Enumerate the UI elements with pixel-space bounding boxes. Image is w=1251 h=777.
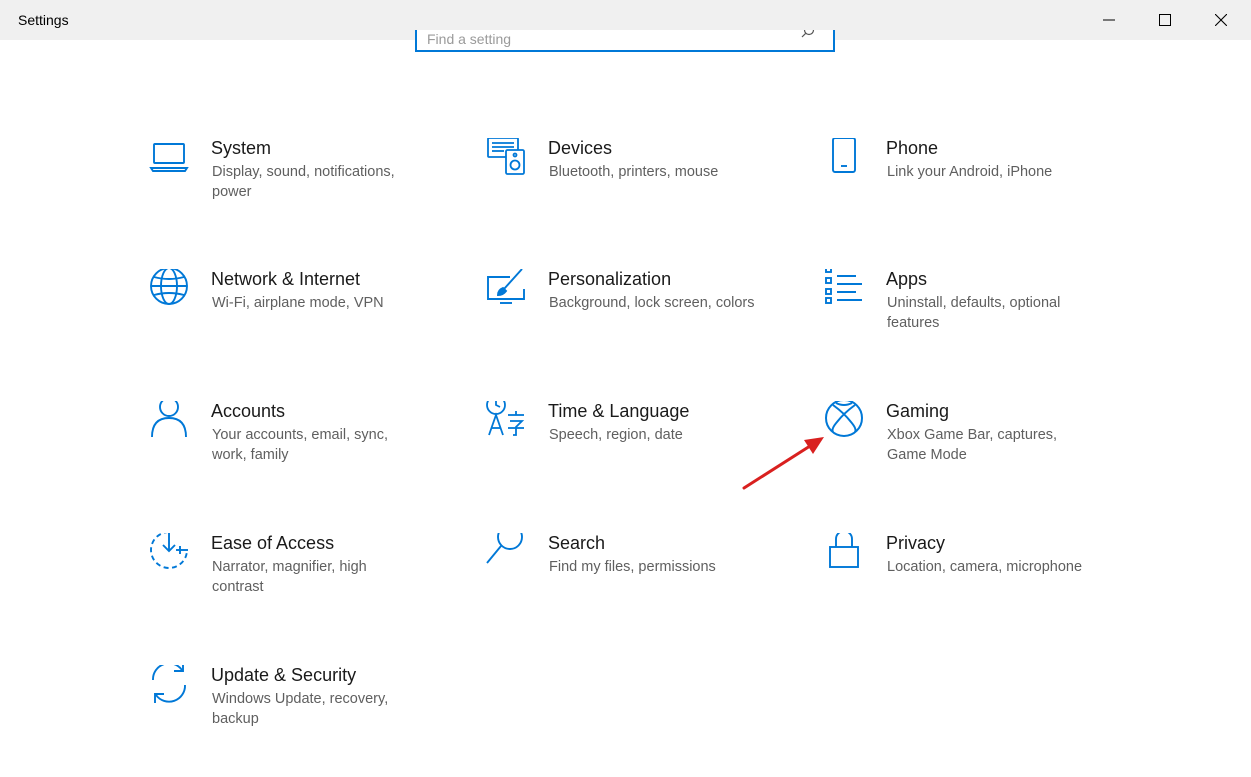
phone-icon bbox=[824, 138, 864, 178]
close-button[interactable] bbox=[1193, 0, 1249, 40]
devices-icon bbox=[486, 138, 526, 178]
category-title: Gaming bbox=[886, 401, 950, 421]
category-phone[interactable]: Phone Link your Android, iPhone bbox=[824, 138, 1124, 228]
category-description: Narrator, magnifier, high contrast bbox=[212, 559, 367, 595]
category-accounts[interactable]: Accounts Your accounts, email, sync, wor… bbox=[149, 401, 449, 491]
category-time-language[interactable]: Time & Language Speech, region, date bbox=[486, 401, 786, 491]
category-update-security[interactable]: Update & Security Windows Update, recove… bbox=[149, 665, 449, 755]
settings-window: Settings Find a setting System Display, … bbox=[0, 0, 1251, 777]
person-icon bbox=[149, 401, 189, 441]
category-description: Uninstall, defaults, optional features bbox=[887, 295, 1061, 331]
category-title: System bbox=[211, 138, 272, 158]
category-search[interactable]: Search Find my files, permissions bbox=[486, 533, 786, 623]
globe-icon bbox=[149, 269, 189, 309]
category-privacy[interactable]: Privacy Location, camera, microphone bbox=[824, 533, 1124, 623]
category-description: Display, sound, notifications, power bbox=[212, 164, 395, 200]
ease-of-access-icon bbox=[149, 533, 189, 573]
category-description: Wi-Fi, airplane mode, VPN bbox=[212, 295, 384, 311]
close-icon bbox=[1215, 14, 1227, 26]
category-ease-of-access[interactable]: Ease of Access Narrator, magnifier, high… bbox=[149, 533, 449, 623]
apps-list-icon bbox=[824, 269, 864, 309]
category-description: Speech, region, date bbox=[549, 427, 683, 443]
minimize-icon bbox=[1103, 19, 1115, 21]
category-title: Apps bbox=[886, 269, 928, 289]
category-title: Network & Internet bbox=[211, 269, 361, 289]
category-title: Devices bbox=[548, 138, 613, 158]
category-system[interactable]: System Display, sound, notifications, po… bbox=[149, 138, 449, 228]
category-title: Ease of Access bbox=[211, 533, 335, 553]
maximize-button[interactable] bbox=[1137, 0, 1193, 40]
padlock-icon bbox=[824, 533, 864, 573]
category-description: Windows Update, recovery, backup bbox=[212, 691, 389, 727]
category-title: Time & Language bbox=[548, 401, 690, 421]
category-description: Bluetooth, printers, mouse bbox=[549, 164, 719, 180]
minimize-button[interactable] bbox=[1081, 0, 1137, 40]
category-description: Xbox Game Bar, captures, Game Mode bbox=[887, 427, 1058, 463]
search-icon[interactable] bbox=[801, 30, 815, 38]
settings-search-box[interactable] bbox=[415, 30, 835, 52]
category-network[interactable]: Network & Internet Wi-Fi, airplane mode,… bbox=[149, 269, 449, 359]
window-title: Settings bbox=[18, 12, 69, 28]
magnifier-icon bbox=[486, 533, 526, 573]
category-description: Your accounts, email, sync, work, family bbox=[212, 427, 388, 463]
category-title: Phone bbox=[886, 138, 939, 158]
category-description: Background, lock screen, colors bbox=[549, 295, 755, 311]
category-gaming[interactable]: Gaming Xbox Game Bar, captures, Game Mod… bbox=[824, 401, 1124, 491]
xbox-icon bbox=[824, 401, 864, 441]
category-description: Location, camera, microphone bbox=[887, 559, 1083, 575]
category-description: Find my files, permissions bbox=[549, 559, 716, 575]
category-title: Privacy bbox=[886, 533, 946, 553]
laptop-icon bbox=[149, 138, 189, 178]
search-input[interactable] bbox=[427, 30, 797, 48]
category-apps[interactable]: Apps Uninstall, defaults, optional featu… bbox=[824, 269, 1124, 359]
sync-arrows-icon bbox=[149, 665, 189, 705]
category-title: Search bbox=[548, 533, 606, 553]
paintbrush-icon bbox=[486, 269, 526, 309]
category-personalization[interactable]: Personalization Background, lock screen,… bbox=[486, 269, 786, 359]
category-title: Accounts bbox=[211, 401, 286, 421]
category-devices[interactable]: Devices Bluetooth, printers, mouse bbox=[486, 138, 786, 228]
category-title: Update & Security bbox=[211, 665, 357, 685]
category-description: Link your Android, iPhone bbox=[887, 164, 1053, 180]
maximize-icon bbox=[1159, 14, 1171, 26]
time-language-icon bbox=[486, 401, 526, 441]
category-title: Personalization bbox=[548, 269, 672, 289]
